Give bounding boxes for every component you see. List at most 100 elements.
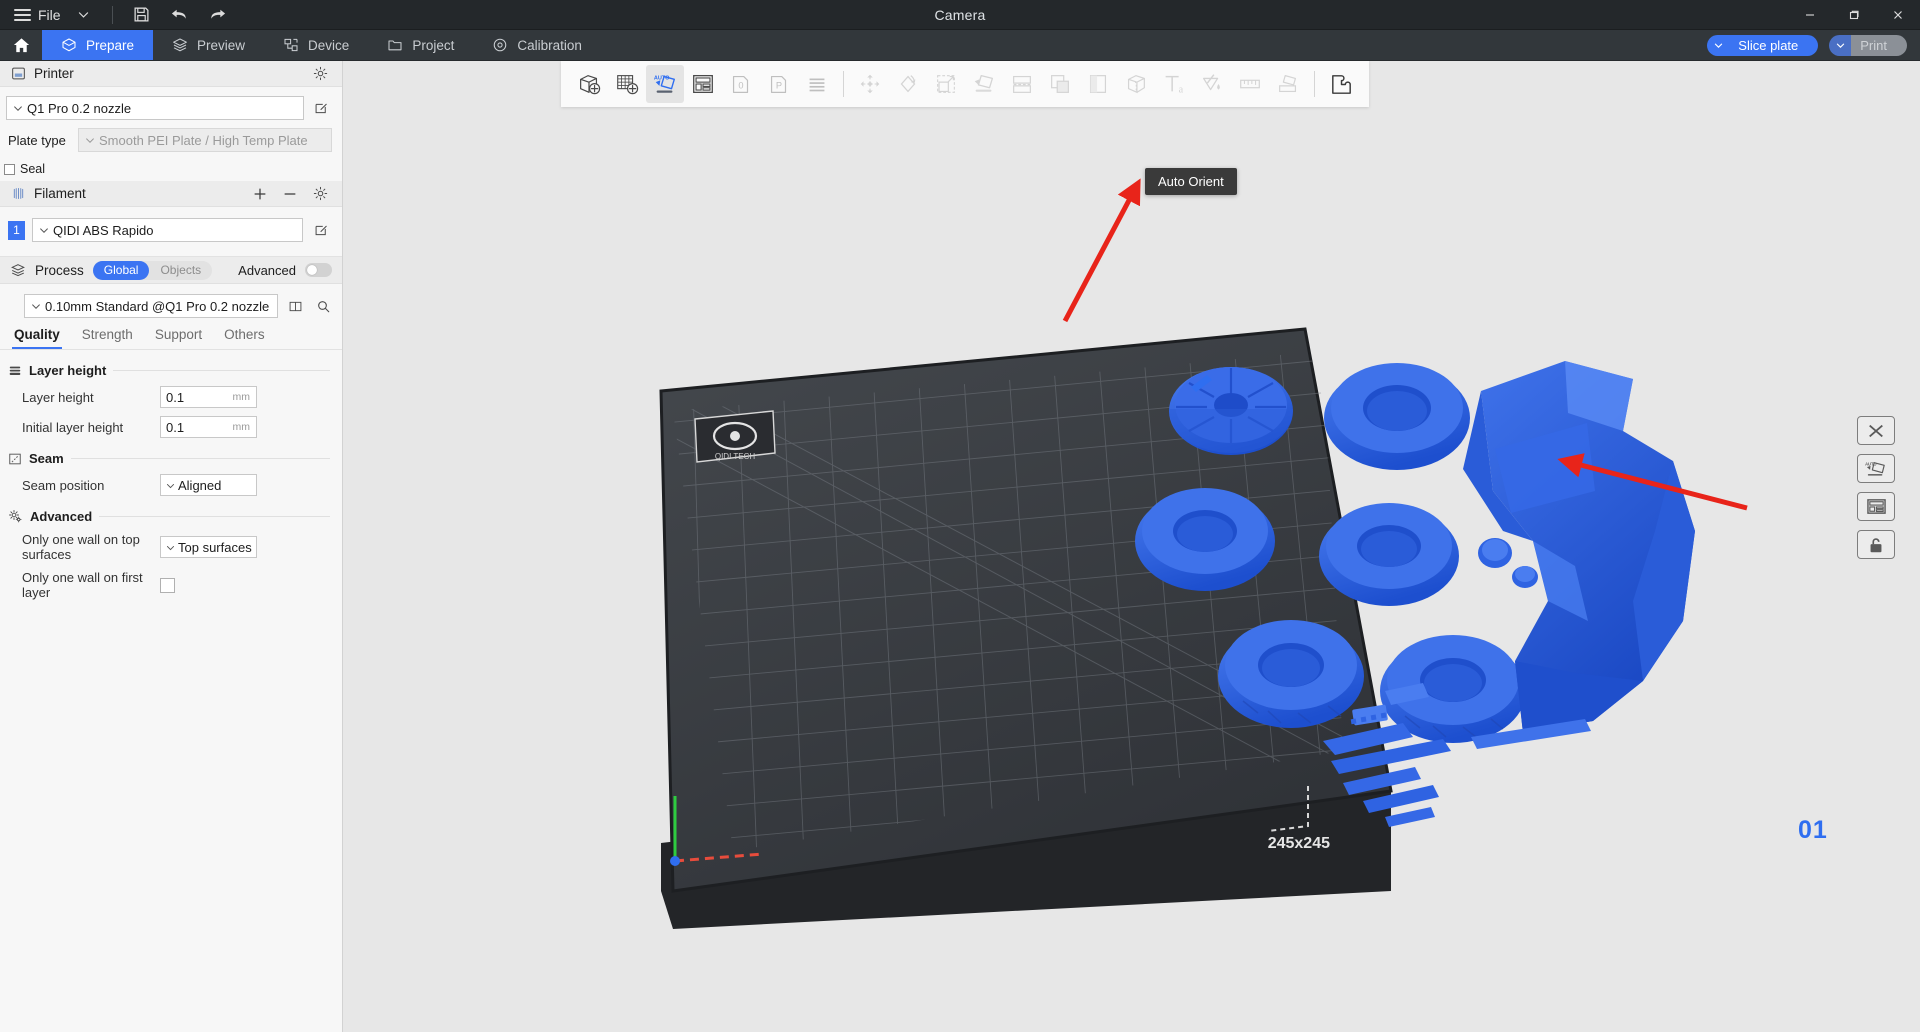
filament-select[interactable]: QIDI ABS Rapido [32,218,303,242]
save-button[interactable] [124,0,160,30]
auto-orient-plate-button[interactable]: AUTO [1857,454,1895,483]
3d-scene[interactable]: QIDI TECH 245x245 [343,61,1920,1032]
minimize-button[interactable] [1788,0,1832,30]
gear-icon [313,186,328,201]
assembly-button[interactable] [1269,65,1307,103]
maximize-button[interactable] [1832,0,1876,30]
add-plate-button[interactable] [608,65,646,103]
lay-on-face-button[interactable] [965,65,1003,103]
fill-bed-button[interactable] [1193,65,1231,103]
lay-on-face-icon [971,71,997,97]
tab-device[interactable]: Device [264,30,368,60]
home-button[interactable] [0,30,42,60]
initial-layer-height-value: 0.1 [166,420,184,435]
main-content-area: Printer Q1 Pro 0.2 nozzle [0,61,1920,1032]
scope-global-option[interactable]: Global [93,261,150,280]
gear-icon [313,66,328,81]
measure-button[interactable] [1231,65,1269,103]
printer-settings-button[interactable] [309,63,331,85]
advanced-toggle-switch[interactable] [305,263,332,277]
filament-remove-button[interactable] [279,183,301,205]
one-wall-top-surfaces-select[interactable]: Top surfaces [160,536,257,558]
scope-objects-option[interactable]: Objects [149,261,212,280]
auto-orient-button[interactable]: AUTO [646,65,684,103]
plate-type-select[interactable]: Smooth PEI Plate / High Temp Plate [78,128,332,152]
tab-calibration[interactable]: Calibration [473,30,601,60]
rotate-button[interactable] [889,65,927,103]
file-menu-button[interactable]: File [10,0,65,30]
print-dropdown-button[interactable] [1829,35,1851,56]
seal-checkbox[interactable] [4,164,15,175]
group-advanced-header: Advanced [0,496,342,524]
home-icon [12,36,31,55]
menu-dropdown-button[interactable] [67,0,101,30]
filament-add-button[interactable] [249,183,271,205]
tab-prepare[interactable]: Prepare [42,30,153,60]
initial-layer-height-input[interactable]: 0.1 mm [160,416,257,438]
support-paint-button[interactable] [1041,65,1079,103]
tab-project[interactable]: Project [368,30,473,60]
slice-dropdown-button[interactable] [1707,35,1729,56]
field-initial-layer-height: Initial layer height 0.1 mm [0,408,342,438]
redo-button[interactable] [200,0,236,30]
slice-plate-split-button[interactable]: Slice plate [1707,35,1818,56]
variable-layer-height-button[interactable]: 0 [722,65,760,103]
seal-row[interactable]: Seal [0,152,342,181]
mmu-paint-button[interactable] [1117,65,1155,103]
seam-position-select[interactable]: Aligned [160,474,257,496]
lock-plate-button[interactable] [1857,530,1895,559]
model-tire-1[interactable] [1324,363,1470,470]
tab-preview[interactable]: Preview [153,30,264,60]
plate-settings-icon [1865,497,1888,516]
svg-text:245x245: 245x245 [1268,835,1330,852]
delete-plate-button[interactable] [1857,416,1895,445]
process-profile-select[interactable]: 0.10mm Standard @Q1 Pro 0.2 nozzle [24,294,278,318]
text-button[interactable]: a [1155,65,1193,103]
process-compare-button[interactable] [284,295,306,317]
print-split-button[interactable]: Print [1829,35,1907,56]
split-icon [804,71,830,97]
layer-height-input[interactable]: 0.1 mm [160,386,257,408]
field-initial-layer-height-label: Initial layer height [22,420,160,435]
undo-button[interactable] [162,0,198,30]
svg-text:0: 0 [738,81,743,91]
filament-settings-button[interactable] [309,183,331,205]
svg-text:QIDI TECH: QIDI TECH [715,452,756,461]
add-object-button[interactable] [570,65,608,103]
filament-edit-button[interactable] [310,219,332,241]
plate-settings-strip-button[interactable] [1857,492,1895,521]
settings-tab-quality[interactable]: Quality [14,327,60,349]
process-scope-toggle[interactable]: Global Objects [93,261,212,280]
model-turbine[interactable] [1169,367,1293,455]
arrange-button[interactable] [684,65,722,103]
close-button[interactable] [1876,0,1920,30]
slice-plate-button[interactable]: Slice plate [1729,35,1818,56]
settings-tab-strength[interactable]: Strength [82,327,133,349]
action-buttons-group: Slice plate Print [1707,30,1920,60]
filament-index-badge[interactable]: 1 [8,221,25,240]
cut-button[interactable] [1003,65,1041,103]
one-wall-first-layer-checkbox[interactable] [160,578,175,593]
printer-model-select[interactable]: Q1 Pro 0.2 nozzle [6,96,304,120]
settings-sidebar: Printer Q1 Pro 0.2 nozzle [0,61,343,1032]
chevron-down-icon [30,300,42,312]
settings-tab-others[interactable]: Others [224,327,265,349]
printer-edit-button[interactable] [310,97,332,119]
plate-settings-button[interactable] [1322,65,1360,103]
print-button[interactable]: Print [1851,35,1907,56]
scale-button[interactable] [927,65,965,103]
move-button[interactable] [851,65,889,103]
paint-button[interactable]: P [760,65,798,103]
filament-section-header: Filament [0,181,342,207]
hamburger-icon [14,9,31,21]
3d-viewport[interactable]: QIDI TECH 245x245 [343,61,1920,1032]
process-search-button[interactable] [312,295,334,317]
field-layer-height-label: Layer height [22,390,160,405]
settings-tab-support[interactable]: Support [155,327,202,349]
model-gears[interactable] [1478,538,1538,588]
seam-icon [8,452,22,466]
group-advanced-title: Advanced [30,509,92,524]
split-button[interactable] [798,65,836,103]
gear-advanced-icon [8,509,23,524]
seam-paint-button[interactable] [1079,65,1117,103]
